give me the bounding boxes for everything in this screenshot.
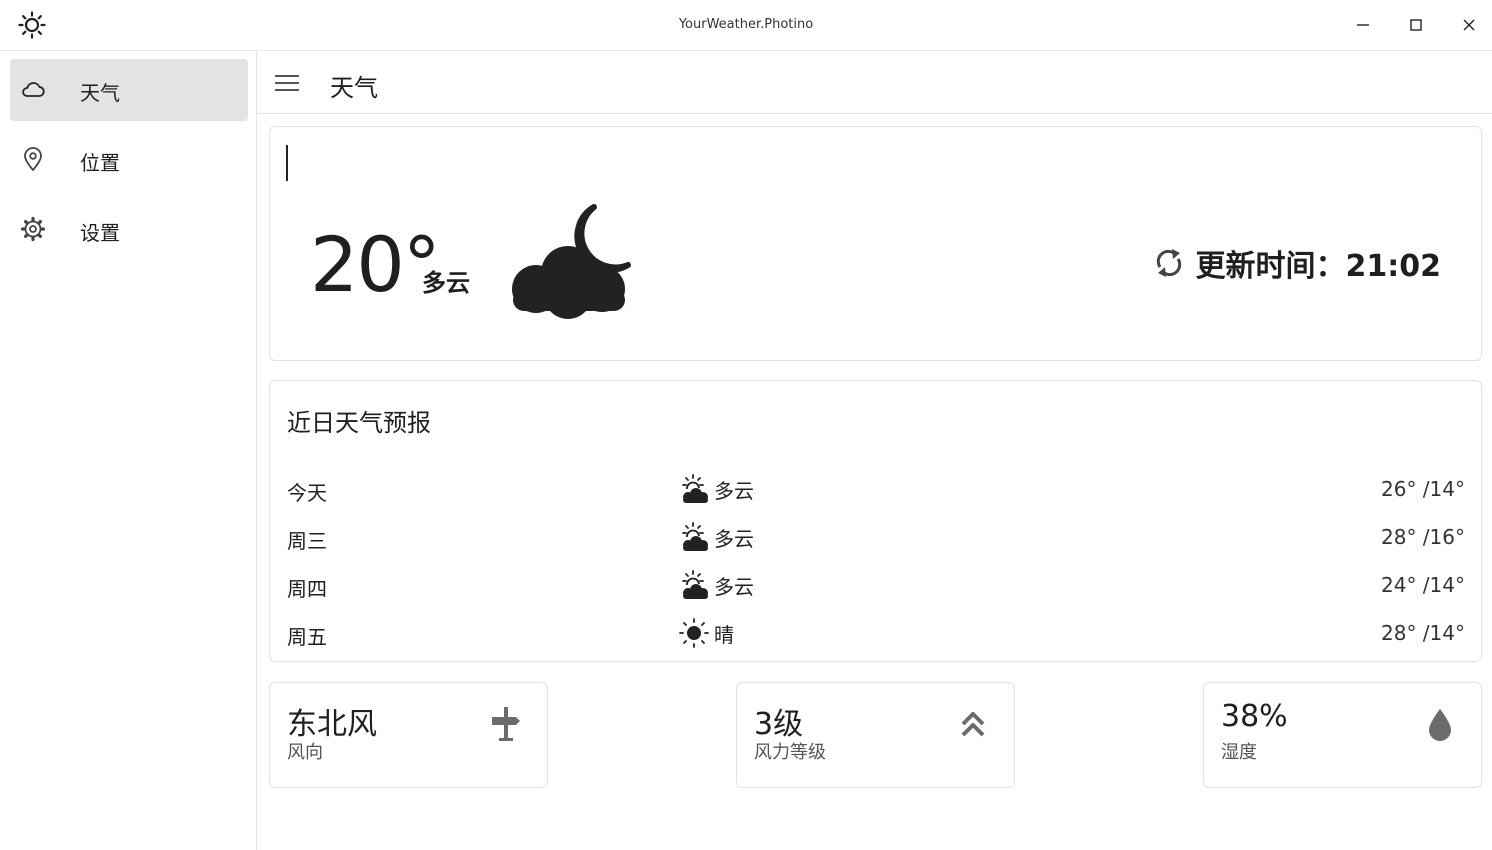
forecast-title: 近日天气预报	[287, 409, 431, 437]
forecast-temps: 28° /14°	[1381, 621, 1465, 645]
update-time-text: 更新时间：21:02	[1195, 249, 1442, 284]
forecast-temps: 28° /16°	[1381, 525, 1465, 549]
sidebar-item-label: 设置	[80, 221, 120, 245]
header: 天气	[257, 51, 1492, 114]
forecast-day: 周四	[287, 577, 327, 601]
hamburger-menu-button[interactable]	[274, 73, 300, 93]
page-title: 天气	[330, 74, 378, 102]
partly-cloudy-icon	[682, 570, 708, 599]
forecast-day: 周三	[287, 529, 327, 553]
humidity-value: 38%	[1221, 699, 1288, 734]
wind-direction-label: 风向	[287, 742, 323, 763]
cloud-icon	[22, 82, 45, 97]
signpost-icon	[492, 707, 520, 741]
minimize-button[interactable]	[1352, 14, 1374, 36]
forecast-condition: 多云	[714, 479, 754, 503]
forecast-day: 周五	[287, 625, 327, 649]
forecast-temps: 26° /14°	[1381, 477, 1465, 501]
cloudy-night-icon	[512, 204, 631, 319]
sidebar-item-label: 天气	[80, 81, 120, 105]
title-bar: YourWeather.Photino	[0, 0, 1492, 51]
wind-level-tile: 3级 风力等级	[736, 682, 1015, 788]
double-chevron-up-icon	[961, 712, 985, 737]
forecast-condition: 晴	[714, 623, 734, 647]
wind-level-value: 3级	[754, 707, 804, 742]
forecast-row: 周三 多云 28° /16°	[270, 513, 1481, 553]
wind-level-label: 风力等级	[754, 742, 826, 763]
close-button[interactable]	[1458, 14, 1480, 36]
sidebar-item-weather[interactable]: 天气	[10, 59, 248, 121]
sidebar-item-location[interactable]: 位置	[10, 129, 248, 191]
forecast-condition: 多云	[714, 575, 754, 599]
maximize-button[interactable]	[1405, 14, 1427, 36]
forecast-card: 近日天气预报 今天 多云 26° /14° 周三 多云 28° /16° 周四	[269, 380, 1482, 662]
update-time: 更新时间：21:02	[1152, 241, 1442, 285]
humidity-label: 湿度	[1221, 742, 1257, 763]
forecast-row: 今天 多云 26° /14°	[270, 465, 1481, 505]
location-pin-icon	[24, 147, 42, 171]
current-weather-card: 20° 多云 更新时间：21:02	[269, 126, 1482, 361]
text-caret	[286, 145, 288, 181]
refresh-icon[interactable]	[1152, 246, 1186, 280]
partly-cloudy-icon	[682, 522, 708, 551]
wind-direction-value: 东北风	[287, 707, 377, 742]
partly-cloudy-icon	[682, 474, 708, 503]
forecast-row: 周四 多云 24° /14°	[270, 561, 1481, 601]
forecast-day: 今天	[287, 481, 327, 505]
window-title: YourWeather.Photino	[678, 17, 814, 32]
forecast-row: 周五 晴 28° /14°	[270, 609, 1481, 649]
current-condition: 多云	[422, 269, 470, 297]
sidebar-item-label: 位置	[80, 151, 120, 175]
forecast-condition: 多云	[714, 527, 754, 551]
humidity-tile: 38% 湿度	[1203, 682, 1482, 788]
gear-icon	[20, 216, 46, 242]
sidebar-item-settings[interactable]: 设置	[10, 199, 248, 261]
sidebar: 天气 位置 设置	[0, 51, 257, 850]
current-temperature: 20°	[310, 220, 441, 309]
water-drop-icon	[1429, 709, 1451, 741]
forecast-temps: 24° /14°	[1381, 573, 1465, 597]
sun-icon	[679, 618, 709, 648]
wind-direction-tile: 东北风 风向	[269, 682, 548, 788]
